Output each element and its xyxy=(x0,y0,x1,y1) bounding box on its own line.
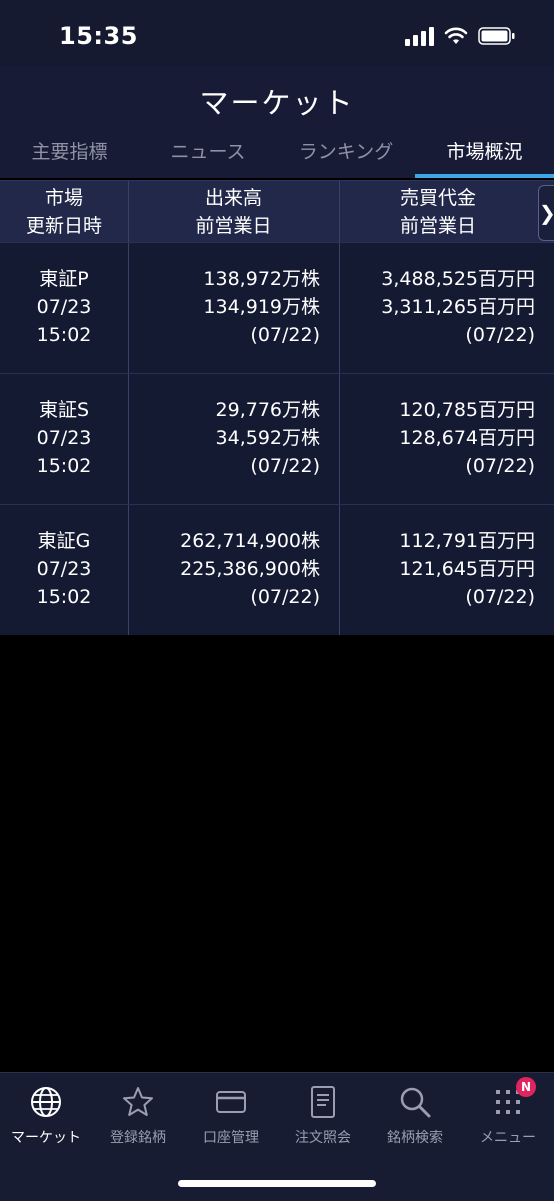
document-icon xyxy=(311,1086,335,1118)
tab-bar-item-account[interactable]: 口座管理 xyxy=(185,1083,277,1159)
tab-bar-item-menu[interactable]: N メニュー xyxy=(462,1077,554,1159)
table-row[interactable]: 東証S 07/23 15:02 29,776万株 34,592万株 (07/22… xyxy=(0,373,554,504)
market-cell: 東証G 07/23 15:02 xyxy=(36,530,92,608)
table-row[interactable]: 東証P 07/23 15:02 138,972万株 134,919万株 (07/… xyxy=(0,242,554,373)
column-divider xyxy=(339,374,340,504)
tab-bar-label: 注文照会 xyxy=(295,1130,351,1146)
column-header-volume: 出来高 前営業日 xyxy=(195,187,272,237)
status-bar: 15:35 xyxy=(0,0,554,66)
table-header: 市場 更新日時 出来高 前営業日 売買代金 前営業日 ❯ xyxy=(0,180,554,243)
chevron-right-icon: ❯ xyxy=(539,201,554,225)
home-indicator[interactable] xyxy=(178,1180,376,1187)
tab-news[interactable]: ニュース xyxy=(139,136,277,178)
volume-cell: 138,972万株 134,919万株 (07/22) xyxy=(203,268,320,346)
status-time: 15:35 xyxy=(59,22,138,50)
market-tabs: 主要指標 ニュース ランキング 市場概況 xyxy=(0,136,554,178)
tab-bar-item-orders[interactable]: 注文照会 xyxy=(277,1083,369,1159)
globe-icon xyxy=(31,1087,61,1117)
wifi-icon xyxy=(444,27,468,44)
table-row[interactable]: 東証G 07/23 15:02 262,714,900株 225,386,900… xyxy=(0,504,554,635)
tab-bar-label: マーケット xyxy=(11,1130,81,1146)
active-tab-indicator xyxy=(415,174,554,178)
cellular-signal-icon xyxy=(405,27,434,46)
column-divider xyxy=(128,374,129,504)
search-icon xyxy=(400,1087,431,1118)
tab-bar-label: 銘柄検索 xyxy=(387,1130,443,1146)
tab-bar-label: メニュー xyxy=(480,1130,536,1146)
column-header-trading-value: 売買代金 前営業日 xyxy=(399,187,476,237)
volume-cell: 29,776万株 34,592万株 (07/22) xyxy=(215,399,320,477)
tab-major-indices[interactable]: 主要指標 xyxy=(0,136,139,178)
trading-value-cell: 3,488,525百万円 3,311,265百万円 (07/22) xyxy=(381,268,535,346)
tab-bar-label: 登録銘柄 xyxy=(110,1130,166,1146)
tab-bar-item-search[interactable]: 銘柄検索 xyxy=(369,1083,461,1159)
star-icon xyxy=(123,1087,153,1116)
column-divider xyxy=(339,181,340,243)
trading-value-cell: 112,791百万円 121,645百万円 (07/22) xyxy=(399,530,535,608)
market-header: マーケット 主要指標 ニュース ランキング 市場概況 xyxy=(0,66,554,178)
tab-bar-item-market[interactable]: マーケット xyxy=(0,1083,92,1159)
page-title: マーケット xyxy=(199,86,355,120)
tab-market-overview[interactable]: 市場概況 xyxy=(415,136,554,178)
column-divider xyxy=(128,181,129,243)
tab-bar-label: 口座管理 xyxy=(203,1130,259,1146)
trading-value-cell: 120,785百万円 128,674百万円 (07/22) xyxy=(399,399,535,477)
tab-ranking[interactable]: ランキング xyxy=(277,136,415,178)
notification-badge: N xyxy=(516,1077,536,1097)
scroll-right-button[interactable]: ❯ xyxy=(538,185,554,241)
column-divider xyxy=(339,505,340,635)
market-cell: 東証P 07/23 15:02 xyxy=(36,268,92,346)
column-header-market: 市場 更新日時 xyxy=(25,187,102,237)
volume-cell: 262,714,900株 225,386,900株 (07/22) xyxy=(180,530,320,608)
battery-icon xyxy=(478,27,515,45)
column-divider xyxy=(128,505,129,635)
column-divider xyxy=(339,243,340,373)
market-cell: 東証S 07/23 15:02 xyxy=(36,399,92,477)
card-icon xyxy=(216,1091,246,1113)
column-divider xyxy=(128,243,129,373)
tab-bar-item-watchlist[interactable]: 登録銘柄 xyxy=(92,1083,184,1159)
